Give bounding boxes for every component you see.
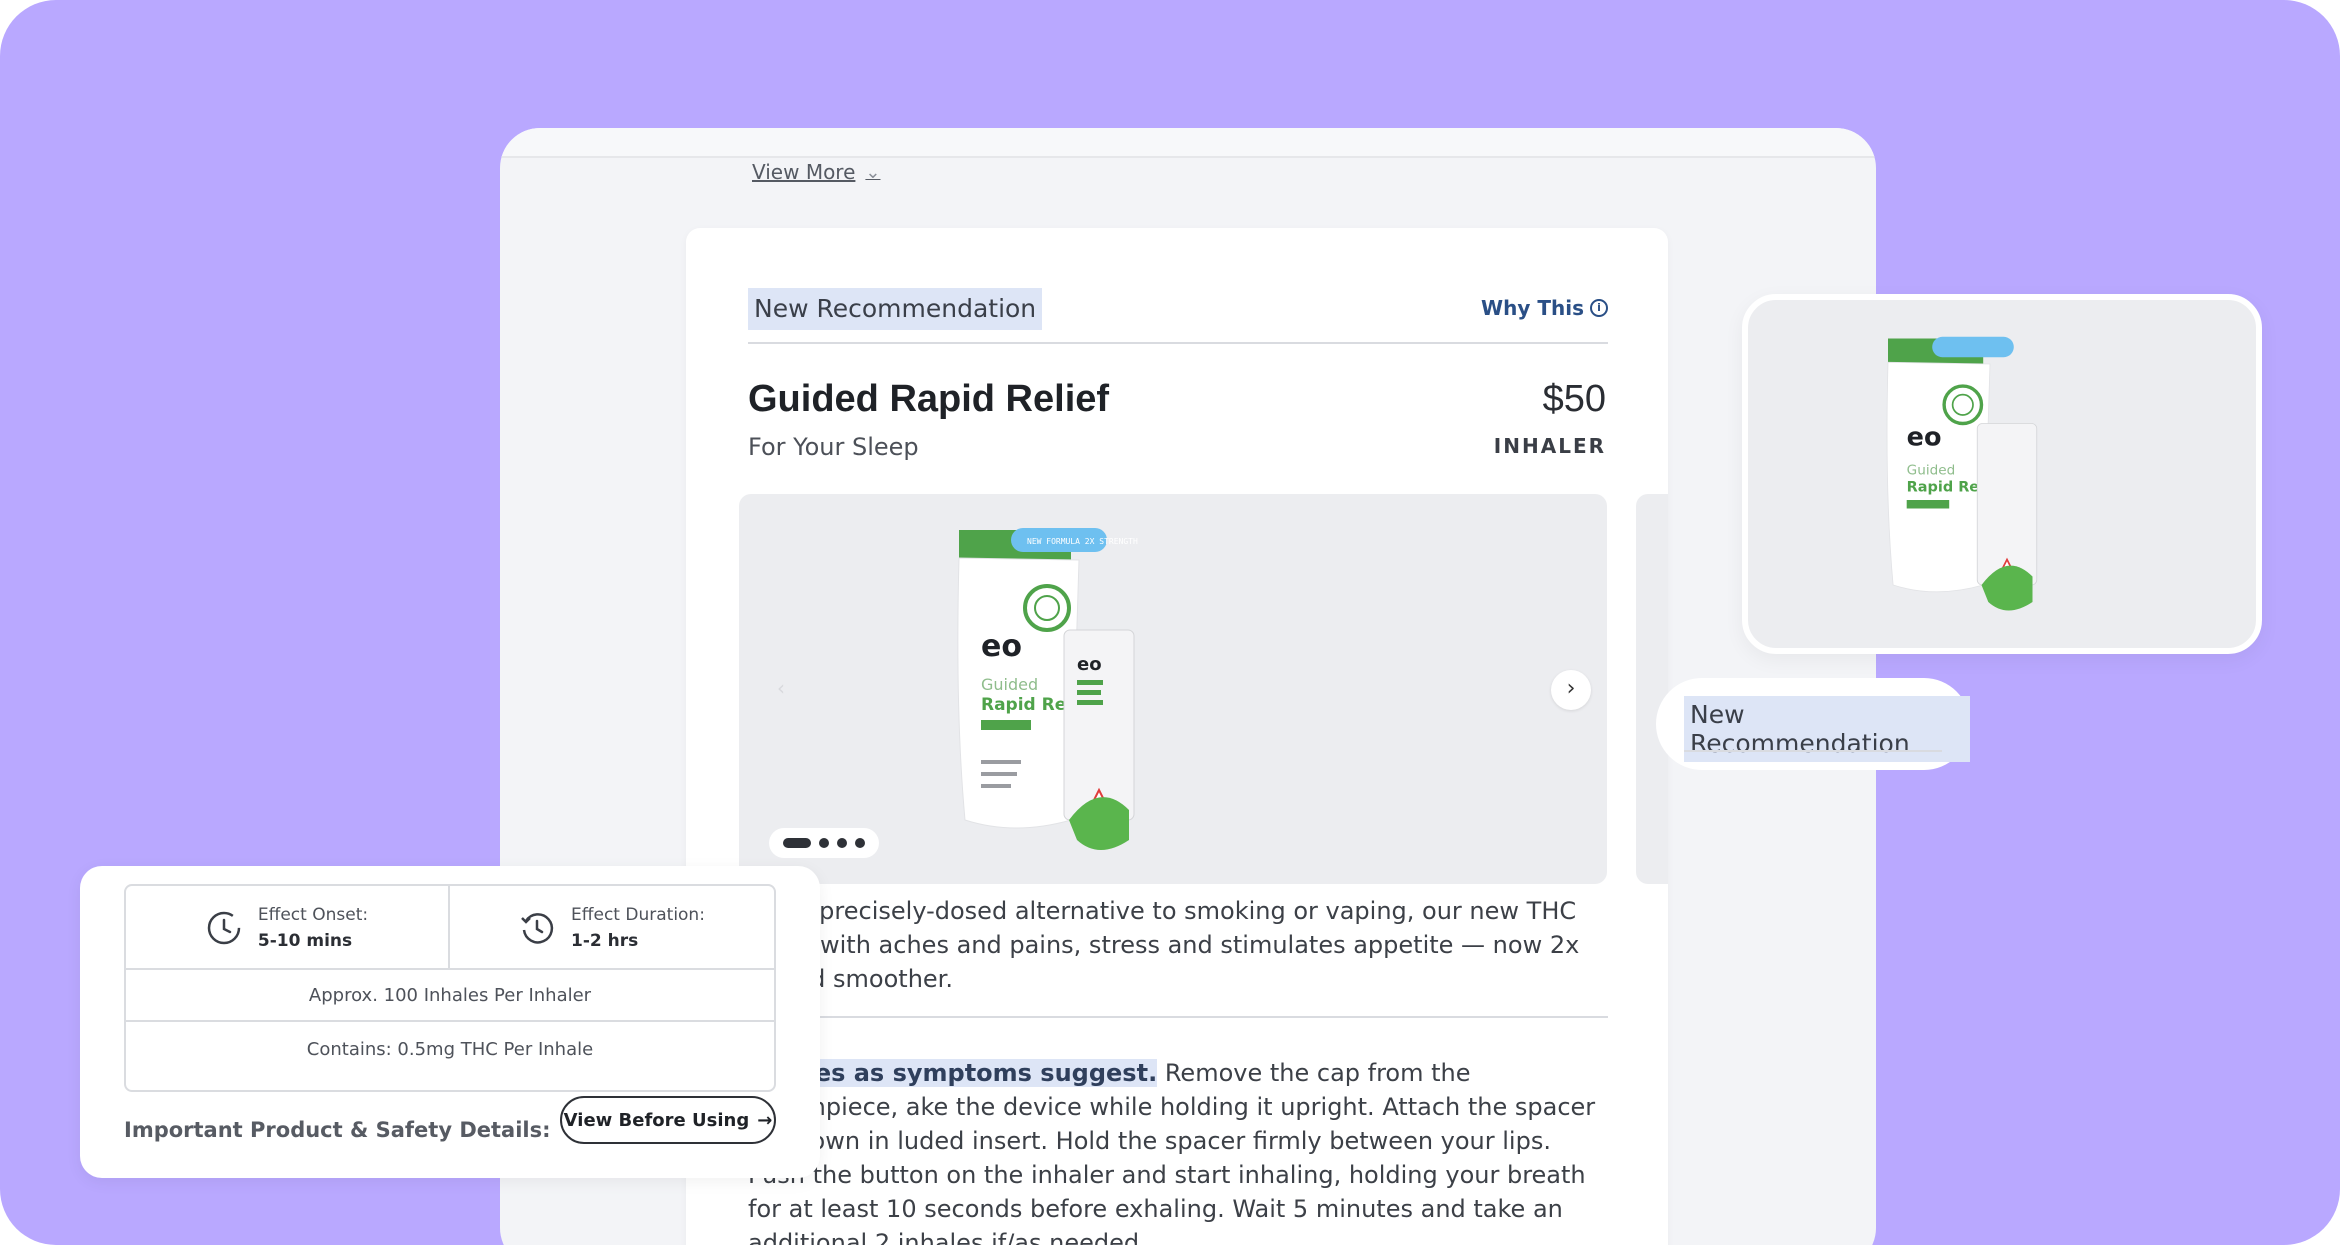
- why-this-link[interactable]: Why This i: [1481, 296, 1608, 320]
- double-chevron-down-icon: ⌄: [865, 161, 881, 183]
- product-card: New Recommendation Why This i Guided Rap…: [686, 228, 1668, 1245]
- floating-recommendation-badge: New Recommendation: [1656, 678, 1970, 770]
- carousel-pagination: [769, 828, 879, 858]
- effect-duration-label: Effect Duration:: [571, 905, 705, 925]
- svg-text:eo: eo: [1907, 423, 1942, 453]
- brand-logo-text: eo: [981, 629, 1022, 664]
- product-image-carousel[interactable]: ‹ NEW FORMULA 2X STRENGTH eo Guided Rapi…: [739, 494, 1607, 884]
- view-more-label[interactable]: View More: [752, 160, 855, 184]
- product-subtitle: For Your Sleep: [748, 433, 919, 461]
- formula-tag: NEW FORMULA 2X STRENGTH: [1027, 537, 1138, 546]
- carousel-dot-1[interactable]: [783, 838, 811, 848]
- product-form-factor: INHALER: [1493, 434, 1606, 458]
- effect-duration-cell: Effect Duration: 1-2 hrs: [450, 886, 774, 970]
- product-image: NEW FORMULA 2X STRENGTH eo Guided Rapid …: [957, 528, 1138, 850]
- info-table: Effect Onset: 5-10 mins Effect Duration:…: [124, 884, 776, 1092]
- floating-recommendation-label: New Recommendation: [1684, 696, 1970, 762]
- clock-icon: [207, 911, 241, 945]
- next-card-peek: [1636, 494, 1668, 884]
- window-top-edge: [500, 128, 1876, 158]
- carousel-next-button[interactable]: ›: [1551, 670, 1591, 710]
- effect-onset-value: 5-10 mins: [257, 931, 353, 951]
- arrow-right-icon: →: [757, 1109, 773, 1131]
- svg-text:Guided: Guided: [1907, 463, 1956, 479]
- card-header: New Recommendation Why This i: [748, 288, 1608, 344]
- recommendation-badge: New Recommendation: [748, 288, 1043, 330]
- effect-onset-label: Effect Onset:: [257, 905, 369, 925]
- pack-line1: Guided: [981, 675, 1038, 694]
- view-more-link[interactable]: View More ⌄: [752, 160, 881, 184]
- background-canvas: View More ⌄ New Recommendation Why This …: [0, 0, 2340, 1245]
- info-icon[interactable]: i: [1590, 299, 1608, 317]
- carousel-dot-2[interactable]: [819, 838, 829, 848]
- view-before-using-label[interactable]: View Before Using: [564, 1110, 750, 1131]
- svg-text:eo: eo: [1077, 654, 1102, 675]
- effect-duration-value: 1-2 hrs: [571, 931, 639, 951]
- floating-product-image: eo Guided Rapid Relief: [1886, 336, 2038, 611]
- inhales-per-inhaler: Approx. 100 Inhales Per Inhaler: [126, 970, 774, 1022]
- view-before-using-button[interactable]: View Before Using →: [560, 1096, 776, 1144]
- product-description: thier, precisely-dosed alternative to sm…: [748, 894, 1608, 1018]
- product-title: Guided Rapid Relief: [748, 378, 1110, 420]
- effect-onset-cell: Effect Onset: 5-10 mins: [126, 886, 450, 970]
- carousel-dot-4[interactable]: [855, 838, 865, 848]
- product-price: $50: [1542, 378, 1606, 420]
- thc-per-inhale: Contains: 0.5mg THC Per Inhale: [306, 1039, 594, 1060]
- effects-row: Effect Onset: 5-10 mins Effect Duration:…: [126, 886, 774, 970]
- product-directions: inhales as symptoms suggest. Remove the …: [748, 1056, 1608, 1245]
- divider: [1684, 750, 1942, 752]
- carousel-dot-3[interactable]: [837, 838, 847, 848]
- why-this-label[interactable]: Why This: [1481, 296, 1584, 320]
- safety-details-label: Important Product & Safety Details:: [124, 1118, 551, 1142]
- floating-product-image-card: eo Guided Rapid Relief: [1742, 294, 2262, 654]
- history-icon: [521, 913, 554, 944]
- product-info-panel: Effect Onset: 5-10 mins Effect Duration:…: [80, 866, 820, 1178]
